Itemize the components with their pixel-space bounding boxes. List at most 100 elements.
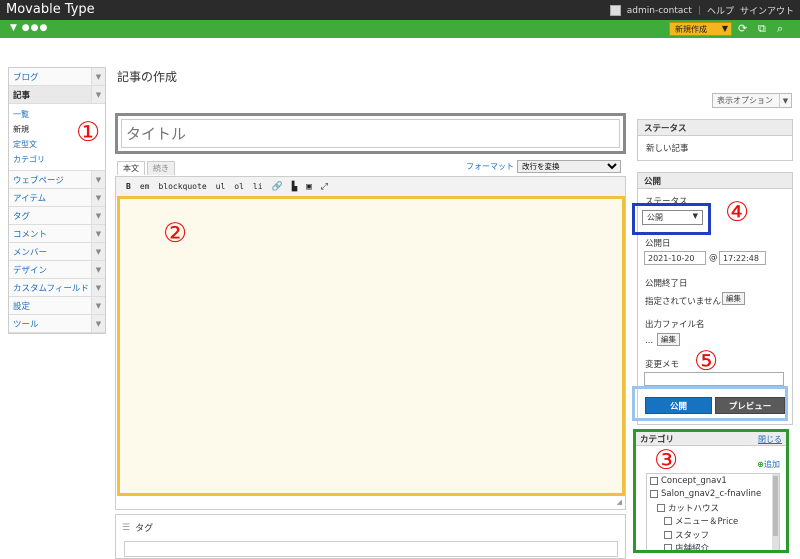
drag-handle-icon[interactable]: ☰ (122, 523, 130, 533)
tag-header: ☰ タグ (122, 521, 154, 535)
body-textarea[interactable] (117, 196, 625, 496)
sidebar-item-settings[interactable]: 設定 ▼ (9, 297, 105, 315)
top-right-nav: admin-contact | ヘルプ サインアウト (609, 4, 794, 17)
display-options-button[interactable]: 表示オプション ▼ (712, 93, 792, 108)
help-link[interactable]: ヘルプ (707, 4, 734, 17)
end-date-edit-button[interactable]: 編集 (722, 292, 745, 305)
publish-time-input[interactable]: 17:22:48 (719, 251, 766, 265)
category-heading-label: カテゴリ (640, 434, 675, 445)
chevron-down-icon[interactable]: ▼ (91, 261, 105, 278)
link-icon[interactable]: 🔗 (272, 182, 283, 192)
format-label: フォーマット (466, 162, 514, 171)
sidebar-item-entry[interactable]: 記事 ▼ (9, 86, 105, 104)
category-item[interactable]: スタッフ (647, 528, 779, 542)
sidebar-item-blog[interactable]: ブログ ▼ (9, 68, 105, 86)
divider: | (697, 5, 701, 16)
tab-body[interactable]: 本文 (117, 161, 145, 175)
category-list: Concept_gnav1 Salon_gnav2_c-fnavline カット… (646, 473, 780, 553)
category-item-label: Salon_gnav2_c-fnavline (661, 489, 762, 500)
sidebar-item-design[interactable]: デザイン ▼ (9, 261, 105, 279)
plus-icon: ⊕ (757, 460, 764, 469)
category-item[interactable]: Salon_gnav2_c-fnavline (647, 488, 779, 502)
chevron-down-icon[interactable]: ▼ (91, 315, 105, 332)
publish-date-input[interactable]: 2021-10-20 (644, 251, 706, 265)
li-button[interactable]: li (253, 182, 263, 191)
checkbox[interactable] (664, 544, 672, 550)
tag-panel: ☰ タグ (115, 514, 626, 559)
new-create-button[interactable]: 新規作成 ▼ (669, 22, 732, 36)
app-title[interactable]: Movable Type (6, 2, 95, 17)
sidebar-item-tag[interactable]: タグ ▼ (9, 207, 105, 225)
checkbox[interactable] (664, 530, 672, 539)
format-control: フォーマット 改行を変換 (466, 160, 621, 173)
sidebar-item-customfield[interactable]: カスタムフィールド ▼ (9, 279, 105, 297)
sidebar-item-label: アイテム (13, 193, 47, 204)
sidebar-item-label: メンバー (13, 247, 48, 258)
sidebar-item-asset[interactable]: アイテム ▼ (9, 189, 105, 207)
scrollbar-thumb[interactable] (773, 476, 778, 536)
category-item[interactable]: Concept_gnav1 (647, 474, 779, 488)
sidebar-subitem-category[interactable]: カテゴリ (9, 152, 105, 167)
user-link[interactable]: admin-contact (627, 6, 692, 16)
em-button[interactable]: em (140, 182, 150, 191)
editor-toolbar: B em blockquote ul ol li 🔗 ▙ ▣ ⤢ (116, 177, 625, 197)
sidebar-item-label: カスタムフィールド (13, 283, 89, 294)
site-menu-toggle[interactable]: ▼ ●●● (10, 23, 48, 33)
ul-button[interactable]: ul (216, 182, 226, 191)
category-item-label: 店舗紹介 (675, 544, 710, 553)
filename-edit-button[interactable]: 編集 (657, 333, 680, 346)
title-input[interactable] (121, 119, 620, 148)
file-icon[interactable]: ▙ (292, 182, 297, 192)
chevron-down-icon: ▼ (692, 212, 698, 220)
chevron-down-icon[interactable]: ▼ (91, 243, 105, 260)
checkbox[interactable] (664, 517, 672, 526)
category-add-label: 追加 (764, 460, 780, 469)
chevron-down-icon[interactable]: ▼ (91, 225, 105, 242)
blockquote-button[interactable]: blockquote (158, 182, 206, 191)
chevron-down-icon[interactable]: ▼ (91, 68, 105, 85)
search-icon[interactable]: ⌕ (777, 22, 783, 36)
signout-link[interactable]: サインアウト (740, 4, 794, 17)
chevron-down-icon[interactable]: ▼ (91, 207, 105, 224)
refresh-icon[interactable]: ⟳ (738, 22, 747, 35)
preview-button[interactable]: プレビュー (715, 397, 785, 414)
format-select[interactable]: 改行を変換 (517, 160, 621, 173)
chevron-down-icon[interactable]: ▼ (91, 171, 105, 188)
category-close-link[interactable]: 閉じる (758, 434, 782, 445)
checkbox[interactable] (650, 476, 658, 485)
checkbox[interactable] (657, 503, 665, 512)
ol-button[interactable]: ol (234, 182, 244, 191)
category-item[interactable]: メニュー＆Price (647, 515, 779, 529)
tag-label: タグ (135, 524, 154, 534)
publish-button[interactable]: 公開 (645, 397, 712, 414)
category-item[interactable]: 店舗紹介 (647, 542, 779, 553)
bold-button[interactable]: B (126, 182, 131, 191)
annotation-5: ⑤ (694, 346, 719, 377)
fullscreen-icon[interactable]: ⤢ (321, 182, 328, 192)
status-select-value: 公開 (647, 213, 663, 222)
external-view-icon[interactable]: ⧉ (758, 22, 766, 36)
category-item[interactable]: カットハウス (647, 501, 779, 515)
category-scrollbar[interactable] (772, 474, 779, 550)
resize-handle-icon[interactable]: ◢ (617, 498, 622, 506)
sidebar-item-comment[interactable]: コメント ▼ (9, 225, 105, 243)
sidebar-item-label: タグ (13, 211, 31, 222)
image-icon[interactable]: ▣ (306, 182, 311, 192)
status-panel-heading: ステータス (638, 120, 792, 136)
sidebar-item-tools[interactable]: ツール ▼ (9, 315, 105, 333)
category-add-link[interactable]: ⊕追加 (757, 459, 780, 470)
status-select[interactable]: 公開 ▼ (642, 210, 703, 225)
end-date-label: 公開終了日 (645, 279, 688, 289)
sidebar-item-webpage[interactable]: ウェブページ ▼ (9, 171, 105, 189)
end-date-value: 指定されていません (645, 297, 721, 307)
chevron-down-icon[interactable]: ▼ (91, 297, 105, 314)
sidebar-item-label: デザイン (13, 265, 48, 276)
chevron-down-icon[interactable]: ▼ (91, 86, 105, 103)
sidebar-item-label: ツール (13, 319, 39, 330)
checkbox[interactable] (650, 490, 658, 499)
chevron-down-icon[interactable]: ▼ (91, 189, 105, 206)
chevron-down-icon[interactable]: ▼ (91, 279, 105, 296)
tab-more[interactable]: 続き (147, 161, 175, 175)
sidebar-item-member[interactable]: メンバー ▼ (9, 243, 105, 261)
chevron-down-icon: ▼ (779, 94, 791, 107)
